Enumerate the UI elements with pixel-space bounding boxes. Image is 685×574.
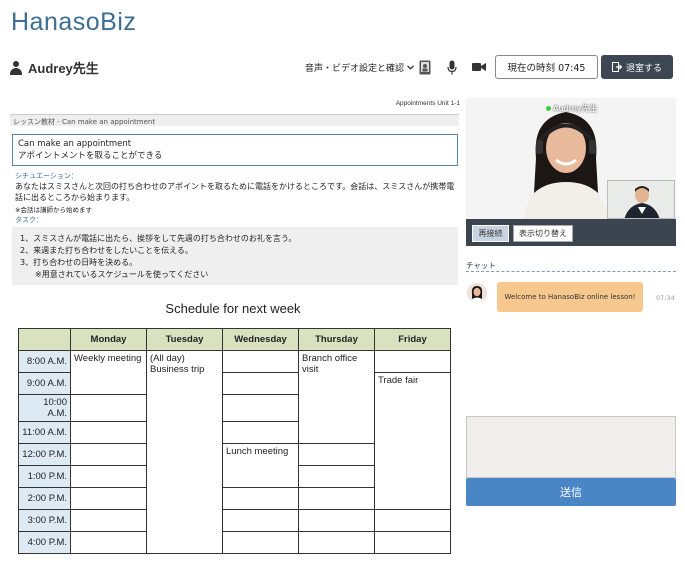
empty-cell [70, 531, 147, 554]
online-status-icon [546, 106, 551, 111]
av-settings-dropdown[interactable]: 音声・ビデオ設定と確認 [305, 61, 414, 74]
send-button[interactable]: 送信 [466, 478, 676, 506]
task-label: タスク： [15, 216, 43, 224]
chat-input[interactable] [466, 416, 676, 478]
day-header: Monday [70, 328, 147, 351]
video-camera-icon [472, 63, 486, 71]
exit-label: 退室する [625, 63, 662, 74]
empty-cell [298, 509, 375, 532]
switch-view-button[interactable]: 表示切り替え [513, 225, 573, 242]
empty-cell [222, 531, 299, 554]
chevron-down-icon [407, 65, 414, 70]
lesson-title-en: Can make an appointment [18, 139, 132, 149]
camera-preview-button[interactable] [417, 58, 433, 76]
student-video-pip [607, 180, 675, 219]
breadcrumb: レッスン教材 - Can make an appointment [10, 114, 459, 126]
teacher-name: Audrey先生 [10, 58, 99, 77]
chat-divider [466, 271, 676, 272]
event-allday: (All day) [150, 353, 185, 364]
user-icon [10, 60, 22, 75]
empty-cell [374, 509, 451, 532]
chat-title: チャット [466, 261, 496, 270]
exit-icon [611, 62, 622, 72]
situation-label: シチュエーション： [15, 172, 78, 180]
empty-cell [374, 531, 451, 554]
task-sub-note: ※用意されているスケジュールを使ってください [35, 270, 209, 279]
event-cell: Weekly meeting [70, 350, 147, 395]
empty-cell [298, 443, 375, 466]
schedule-header-row: Monday Tuesday Wednesday Thursday Friday [18, 328, 451, 351]
event-cell: Branch office visit [298, 350, 375, 444]
event-cell: (All day) Business trip [146, 350, 223, 554]
student-video-image [608, 181, 674, 218]
situation-text: あなたはスミスさんと次回の打ち合わせのアポイントを取るために電話をかけるところで… [15, 182, 455, 202]
unit-label: Appointments Unit 1-1 [395, 100, 460, 107]
time-cell: 3:00 P.M. [18, 509, 71, 532]
teacher-avatar-image [467, 283, 487, 303]
schedule-row: 8:00 A.M. Weekly meeting (All day) Busin… [18, 350, 451, 554]
time-cell: 4:00 P.M. [18, 531, 71, 554]
empty-cell [70, 394, 147, 422]
av-settings-label: 音声・ビデオ設定と確認 [305, 64, 405, 74]
empty-cell [374, 350, 451, 373]
empty-cell [222, 487, 299, 510]
microphone-button[interactable] [444, 58, 460, 76]
camera-preview-icon [419, 60, 431, 74]
event-cell: Lunch meeting [222, 443, 299, 488]
empty-cell [298, 465, 375, 488]
empty-cell [70, 421, 147, 444]
time-cell: 9:00 A.M. [18, 372, 71, 395]
teacher-name-label: Audrey先生 [28, 61, 99, 76]
event-business-trip: Business trip [150, 364, 205, 375]
schedule-corner-cell [18, 328, 71, 351]
situation-note: ※会話は講師から始めます [15, 206, 92, 214]
microphone-icon [447, 60, 457, 74]
day-header: Wednesday [222, 328, 299, 351]
event-cell: Trade fair [374, 372, 451, 510]
time-cell: 2:00 P.M. [18, 487, 71, 510]
video-name-label: Audrey先生 [546, 103, 597, 114]
current-time-display: 現在の時刻 07:45 [495, 55, 598, 79]
lesson-title-box: Can make an appointment アポイントメントを取ることができ… [12, 134, 458, 166]
empty-cell [222, 372, 299, 395]
lesson-title-ja: アポイントメントを取ることができる [18, 151, 163, 161]
empty-cell [70, 443, 147, 466]
task-item: 3、打ち合わせの日時を決める。 [20, 258, 138, 267]
video-camera-button[interactable] [471, 58, 487, 76]
empty-cell [298, 531, 375, 554]
task-item: 1、スミスさんが電話に出たら、挨拶をして先週の打ち合わせのお礼を言う。 [20, 234, 297, 243]
empty-cell [222, 509, 299, 532]
empty-cell [222, 394, 299, 422]
task-item: 2、来週また打ち合わせをしたいことを伝える。 [20, 246, 193, 255]
task-box: 1、スミスさんが電話に出たら、挨拶をして先週の打ち合わせのお礼を言う。 2、来週… [12, 227, 458, 285]
time-cell: 8:00 A.M. [18, 350, 71, 373]
video-panel: Audrey先生 [466, 98, 676, 246]
time-cell: 10:00 A.M. [18, 394, 71, 422]
empty-cell [298, 487, 375, 510]
schedule-table: Monday Tuesday Wednesday Thursday Friday… [18, 328, 451, 554]
empty-cell [70, 487, 147, 510]
chat-message: Welcome to HanasoBiz online lesson! [497, 282, 643, 312]
video-name-text: Audrey先生 [553, 104, 598, 113]
day-header: Friday [374, 328, 451, 351]
time-cell: 1:00 P.M. [18, 465, 71, 488]
schedule-row: 4:00 P.M. [18, 531, 451, 554]
time-cell: 11:00 A.M. [18, 421, 71, 444]
empty-cell [70, 465, 147, 488]
empty-cell [222, 350, 299, 373]
chat-message-time: 07:34 [656, 294, 675, 302]
time-cell: 12:00 P.M. [18, 443, 71, 466]
schedule-row: 3:00 P.M. [18, 509, 451, 532]
avatar [467, 283, 487, 303]
empty-cell [222, 421, 299, 444]
hanasobiz-logo: HanasoBiz [11, 8, 137, 36]
reconnect-button[interactable]: 再接続 [472, 225, 509, 242]
day-header: Thursday [298, 328, 375, 351]
exit-room-button[interactable]: 退室する [601, 55, 673, 79]
empty-cell [70, 509, 147, 532]
day-header: Tuesday [146, 328, 223, 351]
schedule-title: Schedule for next week [165, 301, 301, 316]
